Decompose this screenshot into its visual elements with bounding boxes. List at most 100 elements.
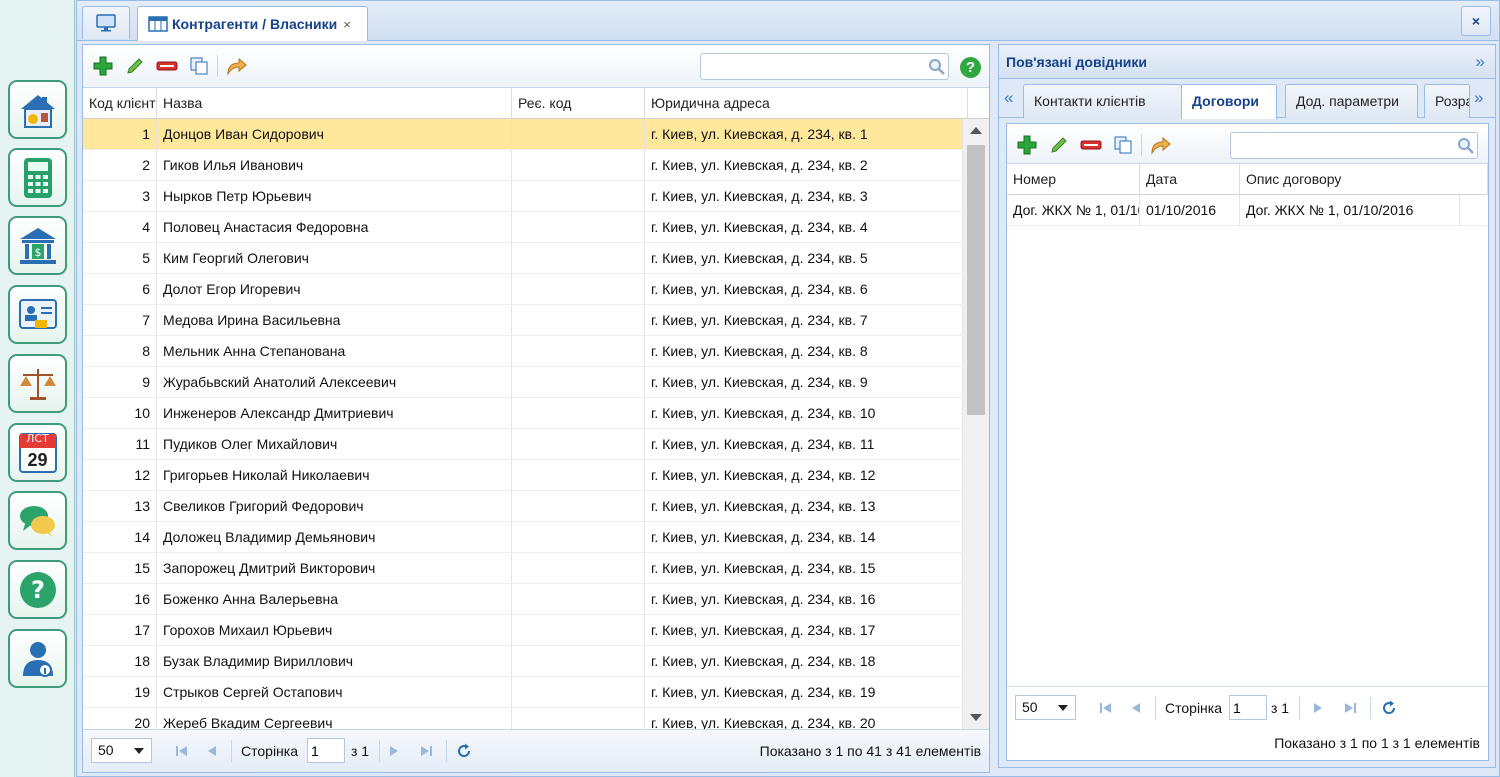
toolbar-separator xyxy=(217,55,218,77)
table-row[interactable]: 5 Ким Георгий Олегович г. Киев, ул. Киевск… xyxy=(83,243,963,274)
cell-client-code: 10 xyxy=(83,398,157,428)
cell-legal-address: г. Киев, ул. Киевская, д. 234, кв. 13 xyxy=(645,491,963,521)
contracts-page-number-input[interactable] xyxy=(1229,695,1267,720)
user-info-app-button[interactable] xyxy=(8,629,67,688)
cell-reg-code xyxy=(512,274,645,304)
table-row[interactable]: 6 Долот Егор Игоревич г. Киев, ул. Киевска… xyxy=(83,274,963,305)
next-page-icon[interactable] xyxy=(1310,700,1326,716)
housing-utilities-app-button[interactable] xyxy=(8,80,67,139)
scroll-up-arrow-icon[interactable] xyxy=(970,127,982,134)
add-button[interactable] xyxy=(91,54,115,78)
window-close-button[interactable]: × xyxy=(1461,6,1491,36)
scales-icon xyxy=(19,368,56,400)
table-row[interactable]: 8 Мельник Анна Степанована г. Киев, ул. Ки… xyxy=(83,336,963,367)
grid-header: Код клієнта Назва Реє. код Юридична адре… xyxy=(83,88,989,119)
table-row[interactable]: 4 Половец Анастасия Федоровна г. Киев, ул.… xyxy=(83,212,963,243)
delete-contract-button[interactable] xyxy=(1079,133,1103,157)
table-row[interactable]: 7 Медова Ирина Васильевна г. Киев, ул. Кие… xyxy=(83,305,963,336)
export-contract-button[interactable] xyxy=(1149,133,1173,157)
monitor-icon xyxy=(96,14,116,32)
delete-button[interactable] xyxy=(155,54,179,78)
table-row[interactable]: 3 Нырков Петр Юрьевич г. Киев, ул. Киевска… xyxy=(83,181,963,212)
add-contract-button[interactable] xyxy=(1015,133,1039,157)
calendar-app-button[interactable]: ЛСТ 29 xyxy=(8,423,67,482)
search-icon[interactable] xyxy=(928,58,946,76)
collapse-panel-icon[interactable]: » xyxy=(1476,52,1485,72)
edit-button[interactable] xyxy=(123,54,147,78)
table-row[interactable]: 16 Боженко Анна Валерьевна г. Киев, ул. Ки… xyxy=(83,584,963,615)
page-number-input[interactable] xyxy=(307,738,345,763)
tab-settlement-accounts[interactable]: Розрахункові рахунки xyxy=(1424,84,1470,118)
pager-separator xyxy=(231,740,232,762)
calculator-app-button[interactable] xyxy=(8,148,67,207)
column-header-number[interactable]: Номер xyxy=(1007,164,1140,195)
search-input[interactable] xyxy=(700,53,949,80)
tab-client-contacts[interactable]: Контакти клієнтів xyxy=(1023,84,1182,118)
scrollbar-thumb[interactable] xyxy=(967,145,985,415)
last-page-icon[interactable] xyxy=(1342,700,1358,716)
table-row[interactable]: 2 Гиков Илья Иванович г. Киев, ул. Киевска… xyxy=(83,150,963,181)
help-button[interactable]: ? xyxy=(960,57,981,78)
prev-page-icon[interactable] xyxy=(204,743,220,759)
table-row[interactable]: 20 Жереб Вкадим Сергеевич г. Киев, ул. Кие… xyxy=(83,708,963,731)
copy-icon xyxy=(190,57,208,75)
table-row[interactable]: 11 Пудиков Олег Михайлович г. Киев, ул. Ки… xyxy=(83,429,963,460)
cell-legal-address: г. Киев, ул. Киевская, д. 234, кв. 18 xyxy=(645,646,963,676)
column-header-contract-description[interactable]: Опис договору xyxy=(1240,164,1488,195)
tab-counterparties[interactable]: Контрагенти / Власники × xyxy=(137,6,368,41)
first-page-icon[interactable] xyxy=(174,743,190,759)
page-size-select[interactable]: 50 xyxy=(91,738,152,763)
bank-app-button[interactable]: $ xyxy=(8,216,67,275)
table-row[interactable]: 9 Журабьвский Анатолий Алексеевич г. Киев,… xyxy=(83,367,963,398)
tab-desktop[interactable] xyxy=(82,6,130,39)
column-header-client-code[interactable]: Код клієнта xyxy=(83,88,157,119)
chat-app-button[interactable] xyxy=(8,491,67,550)
help-app-button[interactable]: ? xyxy=(8,560,67,619)
cell-reg-code xyxy=(512,181,645,211)
first-page-icon[interactable] xyxy=(1098,700,1114,716)
copy-button[interactable] xyxy=(187,54,211,78)
next-page-icon[interactable] xyxy=(386,743,402,759)
pager-separator xyxy=(1299,697,1300,719)
table-row[interactable]: Дог. ЖКХ № 1, 01/10/201601/10/2016Дог. Ж… xyxy=(1007,195,1488,226)
scales-app-button[interactable] xyxy=(8,354,67,413)
page-size-value: 50 xyxy=(1022,699,1038,715)
column-header-name[interactable]: Назва xyxy=(157,88,512,119)
table-row[interactable]: 1 Донцов Иван Сидорович г. Киев, ул. Киевс… xyxy=(83,119,963,150)
table-row[interactable]: 19 Стрыков Сергей Остапович г. Киев, ул. К… xyxy=(83,677,963,708)
related-references-panel: Пов'язані довідники » « Контакти клієнті… xyxy=(998,44,1496,768)
column-header-reg-code[interactable]: Реє. код xyxy=(512,88,645,119)
export-button[interactable] xyxy=(225,54,249,78)
table-row[interactable]: 10 Инженеров Александр Дмитриевич г. Киев,… xyxy=(83,398,963,429)
prev-page-icon[interactable] xyxy=(1128,700,1144,716)
table-row[interactable]: 18 Бузак Владимир Вириллович г. Киев, ул. … xyxy=(83,646,963,677)
page-label: Сторінка xyxy=(1165,700,1222,716)
contracts-search-input[interactable] xyxy=(1230,132,1478,159)
table-row[interactable]: 13 Свеликов Григорий Федорович г. Киев, ул… xyxy=(83,491,963,522)
cell-client-code: 2 xyxy=(83,150,157,180)
table-row[interactable]: 17 Горохов Михаил Юрьевич г. Киев, ул. Кие… xyxy=(83,615,963,646)
scroll-down-arrow-icon[interactable] xyxy=(970,714,982,721)
id-card-app-button[interactable] xyxy=(8,285,67,344)
grid-scrollbar[interactable] xyxy=(963,119,989,731)
tab-close-icon[interactable]: × xyxy=(343,17,351,32)
tab-contracts[interactable]: Договори xyxy=(1181,84,1277,119)
column-header-legal-address[interactable]: Юридична адреса xyxy=(645,88,968,119)
tabs-scroll-left-icon[interactable]: « xyxy=(1004,88,1013,108)
refresh-icon[interactable] xyxy=(1381,700,1397,716)
cell-name: Донцов Иван Сидорович xyxy=(157,119,512,149)
search-icon[interactable] xyxy=(1457,137,1475,155)
refresh-icon[interactable] xyxy=(456,743,472,759)
grid-body: 1 Донцов Иван Сидорович г. Киев, ул. Киевс… xyxy=(83,119,963,731)
cell-legal-address: г. Киев, ул. Киевская, д. 234, кв. 1 xyxy=(645,119,963,149)
last-page-icon[interactable] xyxy=(418,743,434,759)
tab-additional-parameters[interactable]: Дод. параметри xyxy=(1285,84,1418,118)
table-row[interactable]: 15 Запорожец Дмитрий Викторович г. Киев, у… xyxy=(83,553,963,584)
tabs-scroll-right-icon[interactable]: » xyxy=(1474,88,1483,108)
edit-contract-button[interactable] xyxy=(1047,133,1071,157)
contracts-page-size-select[interactable]: 50 xyxy=(1015,695,1076,720)
column-header-date[interactable]: Дата xyxy=(1140,164,1240,195)
copy-contract-button[interactable] xyxy=(1111,133,1135,157)
table-row[interactable]: 12 Григорьев Николай Николаевич г. Киев, у… xyxy=(83,460,963,491)
table-row[interactable]: 14 Доложец Владимир Демьянович г. Киев, ул… xyxy=(83,522,963,553)
